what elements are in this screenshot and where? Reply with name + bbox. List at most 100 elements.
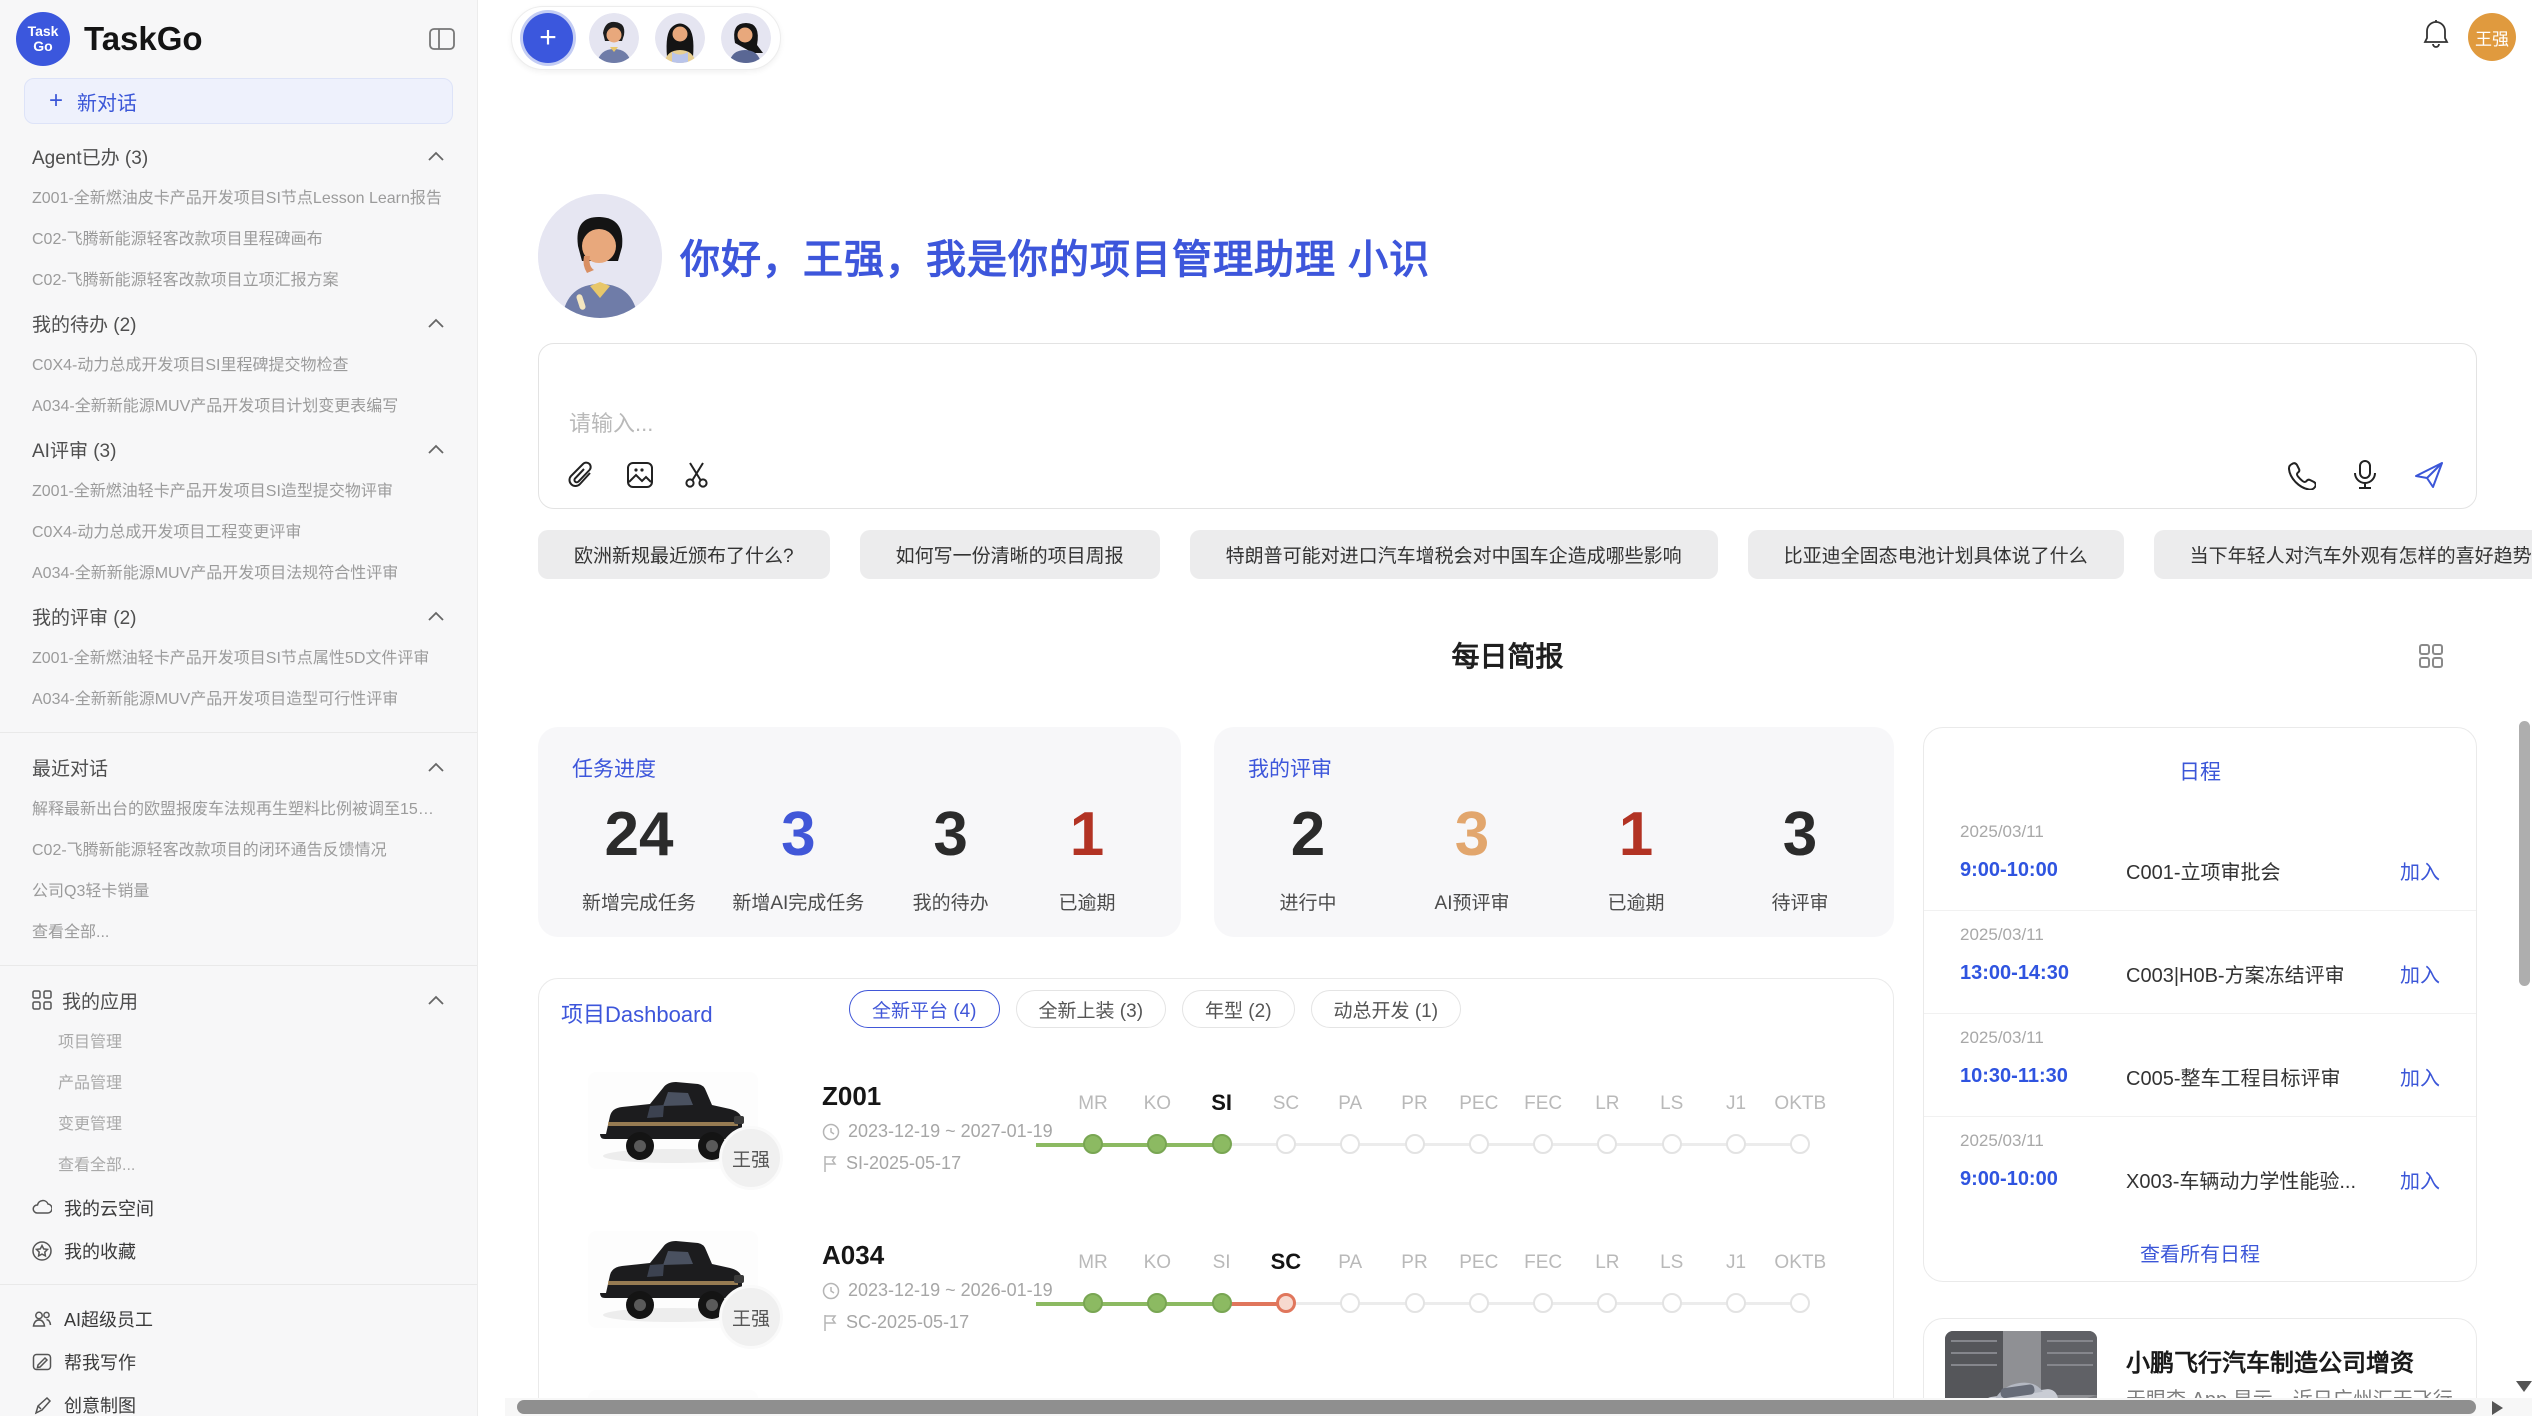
project-flag: SC-2025-05-17 xyxy=(822,1312,969,1333)
recent-chat-item[interactable]: C02-飞腾新能源轻客改款项目的闭环通告反馈情况 xyxy=(0,830,477,871)
scroll-down-arrow[interactable] xyxy=(2516,1381,2532,1392)
project-owner-avatar: 王强 xyxy=(719,1285,783,1349)
sidebar-item[interactable]: C02-飞腾新能源轻客改款项目里程碑画布 xyxy=(0,219,477,260)
join-link[interactable]: 加入 xyxy=(2400,856,2440,885)
user-avatar[interactable]: 王强 xyxy=(2468,13,2516,61)
dashboard-tab[interactable]: 全新平台 (4) xyxy=(849,990,1000,1028)
notifications-bell-icon[interactable] xyxy=(2421,18,2453,50)
project-flag-text: SC-2025-05-17 xyxy=(846,1312,969,1333)
dashboard-tab[interactable]: 全新上装 (3) xyxy=(1016,990,1167,1028)
suggestion-chip[interactable]: 特朗普可能对进口汽车增税会对中国车企造成哪些影响 xyxy=(1190,530,1718,579)
milestone-dot xyxy=(1340,1293,1360,1313)
milestone-dot xyxy=(1790,1134,1810,1154)
sidebar-item[interactable]: C0X4-动力总成开发项目工程变更评审 xyxy=(0,512,477,553)
sidebar-section-header[interactable]: 我的评审 (2) xyxy=(0,594,477,638)
view-all-chats-link[interactable]: 查看全部... xyxy=(0,912,477,953)
agent-avatar-1[interactable] xyxy=(589,13,639,63)
schedule-date: 2025/03/11 xyxy=(1960,925,2440,945)
sidebar-header: Task Go TaskGo xyxy=(0,0,477,66)
sidebar-tool-item[interactable]: 创意制图 xyxy=(0,1383,477,1416)
app-title: TaskGo xyxy=(84,20,427,58)
project-date-range: 2023-12-19 ~ 2027-01-19 xyxy=(848,1121,1053,1142)
plus-icon: + xyxy=(49,87,63,115)
recent-chat-item[interactable]: 公司Q3轻卡销量 xyxy=(0,871,477,912)
sidebar-item[interactable]: Z001-全新燃油皮卡产品开发项目SI节点Lesson Learn报告 xyxy=(0,178,477,219)
agent-avatar-3[interactable] xyxy=(721,13,771,63)
join-link[interactable]: 加入 xyxy=(2400,1062,2440,1091)
dashboard-tab[interactable]: 年型 (2) xyxy=(1182,990,1295,1028)
app-item[interactable]: 项目管理 xyxy=(0,1022,477,1063)
new-chat-label: 新对话 xyxy=(77,87,137,116)
add-agent-button[interactable]: + xyxy=(523,13,573,63)
join-link[interactable]: 加入 xyxy=(2400,959,2440,988)
chevron-up-icon xyxy=(427,317,445,329)
suggestion-chip[interactable]: 当下年轻人对汽车外观有怎样的喜好趋势 xyxy=(2154,530,2532,579)
new-chat-button[interactable]: + 新对话 xyxy=(24,78,453,124)
project-dashboard-card: 项目Dashboard 全新平台 (4) 全新上装 (3) 年型 (2) 动总开发 (… xyxy=(538,978,1894,1416)
stat-item: 2进行中 xyxy=(1258,799,1358,915)
briefing-card-title: 我的评审 xyxy=(1248,753,1860,783)
sidebar-item[interactable]: Z001-全新燃油轻卡产品开发项目SI节点属性5D文件评审 xyxy=(0,638,477,679)
right-column: 日程 2025/03/119:00-10:00C001-立项审批会加入2025/… xyxy=(1923,727,2477,1416)
layout-grid-icon[interactable] xyxy=(2418,643,2444,669)
attachment-icon[interactable] xyxy=(565,458,599,492)
sidebar-item-star[interactable]: 我的收藏 xyxy=(0,1229,477,1272)
sidebar-item[interactable]: A034-全新新能源MUV产品开发项目计划变更表编写 xyxy=(0,386,477,427)
sidebar-tool-item[interactable]: 帮我写作 xyxy=(0,1340,477,1383)
stat-value: 3 xyxy=(732,799,864,870)
project-dates: 2023-12-19 ~ 2027-01-19 xyxy=(822,1121,1053,1142)
shortcut-label: 我的收藏 xyxy=(64,1238,136,1264)
send-icon[interactable] xyxy=(2412,458,2446,492)
sidebar-item[interactable]: C02-飞腾新能源轻客改款项目立项汇报方案 xyxy=(0,260,477,301)
milestone-label: OKTB xyxy=(1755,1093,1845,1115)
schedule-event-title: C005-整车工程目标评审 xyxy=(2126,1062,2400,1091)
vertical-scrollbar[interactable] xyxy=(2519,721,2530,986)
stat-item: 3AI预评审 xyxy=(1422,799,1522,915)
sidebar-section-header[interactable]: Agent已办 (3) xyxy=(0,134,477,178)
recent-chat-item[interactable]: 解释最新出台的欧盟报废车法规再生塑料比例被调至15%... xyxy=(0,789,477,830)
scissors-icon[interactable] xyxy=(681,458,715,492)
milestone-dot xyxy=(1533,1134,1553,1154)
view-all-schedule-link[interactable]: 查看所有日程 xyxy=(1924,1238,2476,1267)
image-icon[interactable] xyxy=(623,458,657,492)
sidebar-section-header[interactable]: AI评审 (3) xyxy=(0,427,477,471)
sidebar-section-header-apps[interactable]: 我的应用 xyxy=(0,978,477,1022)
agent-avatar-group: + xyxy=(511,6,781,70)
project-code: Z001 xyxy=(822,1081,881,1112)
sidebar-item[interactable]: Z001-全新燃油轻卡产品开发项目SI造型提交物评审 xyxy=(0,471,477,512)
chat-input[interactable] xyxy=(539,344,2476,452)
milestone-dot xyxy=(1469,1293,1489,1313)
suggestion-chip[interactable]: 比亚迪全固态电池计划具体说了什么 xyxy=(1748,530,2124,579)
horizontal-scrollbar[interactable] xyxy=(517,1400,2476,1414)
sidebar-section-header[interactable]: 最近对话 xyxy=(0,745,477,789)
stat-value: 2 xyxy=(1258,799,1358,870)
sidebar-item[interactable]: A034-全新新能源MUV产品开发项目法规符合性评审 xyxy=(0,553,477,594)
app-item[interactable]: 变更管理 xyxy=(0,1104,477,1145)
pen-icon xyxy=(32,1395,52,1415)
sidebar-item-cloud[interactable]: 我的云空间 xyxy=(0,1186,477,1229)
phone-call-icon[interactable] xyxy=(2284,458,2318,492)
sidebar-tool-item[interactable]: AI超级员工 xyxy=(0,1297,477,1340)
apps-icon xyxy=(32,990,52,1010)
chevron-up-icon xyxy=(427,443,445,455)
microphone-icon[interactable] xyxy=(2348,458,2382,492)
section-label: Agent已办 (3) xyxy=(32,143,148,170)
stat-label: 已逾期 xyxy=(1037,888,1137,915)
scroll-right-arrow[interactable] xyxy=(2492,1401,2503,1415)
milestone-dot xyxy=(1212,1134,1232,1154)
app-item[interactable]: 产品管理 xyxy=(0,1063,477,1104)
sidebar-item[interactable]: A034-全新新能源MUV产品开发项目造型可行性评审 xyxy=(0,679,477,720)
agent-avatar-2[interactable] xyxy=(655,13,705,63)
dashboard-title: 项目Dashboard xyxy=(561,997,713,1029)
sidebar-section-header[interactable]: 我的待办 (2) xyxy=(0,301,477,345)
suggestion-chip[interactable]: 欧洲新规最近颁布了什么? xyxy=(538,530,830,579)
stat-label: 待评审 xyxy=(1750,888,1850,915)
join-link[interactable]: 加入 xyxy=(2400,1165,2440,1194)
collapse-sidebar-icon[interactable] xyxy=(427,24,457,54)
view-all-apps-link[interactable]: 查看全部... xyxy=(0,1145,477,1186)
suggestion-chip[interactable]: 如何写一份清晰的项目周报 xyxy=(860,530,1160,579)
sidebar-item[interactable]: C0X4-动力总成开发项目SI里程碑提交物检查 xyxy=(0,345,477,386)
sidebar: Task Go TaskGo + 新对话 Agent已办 (3) Z001-全新燃… xyxy=(0,0,478,1416)
dashboard-tab[interactable]: 动总开发 (1) xyxy=(1311,990,1462,1028)
stat-value: 1 xyxy=(1037,799,1137,870)
